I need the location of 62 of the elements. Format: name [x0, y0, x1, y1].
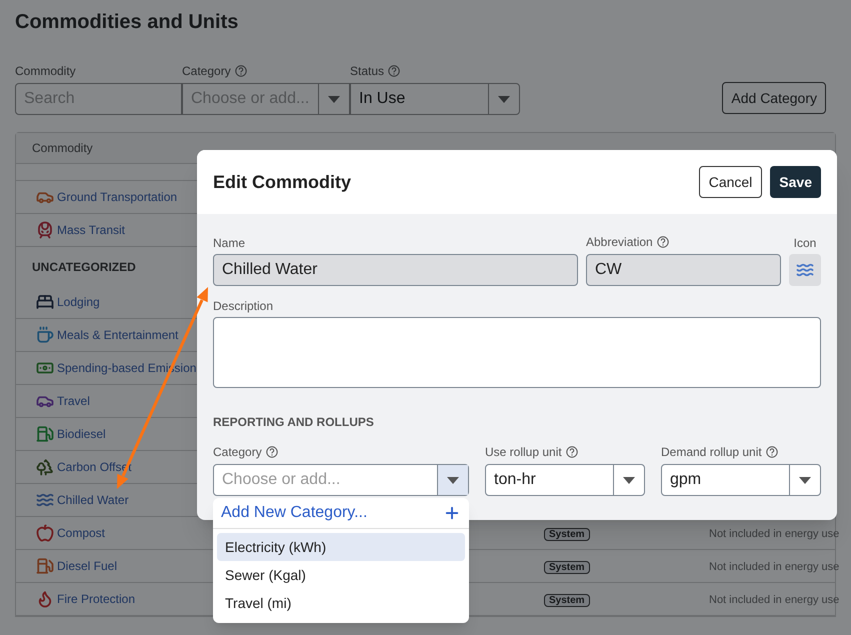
commodity-link[interactable]: Chilled Water	[57, 491, 129, 509]
name-field[interactable]: Chilled Water	[213, 254, 578, 286]
add-category-option[interactable]: Add New Category...	[213, 498, 469, 529]
type-tag: System	[544, 528, 590, 541]
field-label: Abbreviation	[586, 234, 653, 251]
commodity-icon	[36, 458, 54, 476]
plus-icon	[443, 504, 461, 522]
water-icon	[796, 261, 814, 279]
commodity-icon	[36, 491, 54, 509]
commodity-link[interactable]: Compost	[57, 524, 106, 542]
dialog-title: Edit Commodity	[213, 170, 352, 194]
commodity-link[interactable]: Meals & Entertainment	[57, 326, 178, 344]
caret-icon	[447, 476, 459, 484]
field-label: Use rollup unit	[485, 444, 562, 461]
menu-option[interactable]: Electricity (kWh)	[217, 533, 465, 561]
caret-icon	[799, 476, 811, 484]
select-field[interactable]: ton-hr	[485, 464, 645, 496]
conversion-text: Not included in energy use	[709, 594, 840, 606]
description-field[interactable]	[213, 317, 821, 388]
commodity-link[interactable]: Lodging	[57, 293, 100, 311]
abbreviation-field[interactable]: CW	[586, 254, 781, 286]
commodity-icon	[36, 524, 54, 542]
add-category-button[interactable]: Add Category	[722, 82, 826, 114]
field-label: Category	[182, 63, 231, 80]
section-heading: REPORTING AND ROLLUPS	[213, 414, 375, 431]
menu-option[interactable]: Travel (mi)	[217, 589, 465, 617]
commodity-icon	[36, 221, 54, 239]
commodity-link[interactable]: Biodiesel	[57, 425, 106, 443]
field-label: Commodity	[15, 63, 76, 80]
caret-icon	[623, 476, 635, 484]
field-label: Icon	[794, 235, 816, 250]
select-field[interactable]: gpm	[661, 464, 821, 496]
commodity-link[interactable]: Diesel Fuel	[57, 557, 118, 575]
commodity-link[interactable]: Ground Transportation	[57, 188, 178, 206]
field-label: Description	[213, 298, 274, 313]
commodity-link[interactable]: Travel	[57, 392, 90, 410]
page-title: Commodities and Units	[15, 10, 240, 35]
caret-icon	[498, 96, 510, 102]
column-header: Commodity	[32, 140, 93, 157]
commodity-link[interactable]: Mass Transit	[57, 221, 126, 239]
conversion-text: Not included in energy use	[709, 561, 840, 573]
commodity-icon	[36, 326, 54, 344]
commodity-icon	[36, 557, 54, 575]
caret-icon	[328, 96, 340, 102]
type-tag: System	[544, 561, 590, 574]
section-heading: UNCATEGORIZED	[32, 258, 136, 276]
menu-option[interactable]: Sewer (Kgal)	[217, 561, 465, 589]
conversion-text: Not included in energy use	[709, 528, 840, 540]
field-label: Category	[213, 444, 262, 461]
icon-picker[interactable]	[789, 254, 821, 286]
commodity-link[interactable]: Fire Protection	[57, 590, 136, 608]
commodity-icon	[36, 293, 54, 311]
field-label: Status	[350, 63, 384, 80]
select-field[interactable]: In Use	[350, 83, 520, 115]
cancel-button[interactable]: Cancel	[698, 166, 762, 198]
commodity-icon	[36, 590, 54, 608]
field-label: Name	[213, 235, 246, 250]
commodity-icon	[36, 425, 54, 443]
select-field[interactable]: Choose or add...	[213, 464, 469, 496]
save-button[interactable]: Save	[770, 166, 821, 198]
field-label: Demand rollup unit	[661, 444, 762, 461]
type-tag: System	[544, 594, 590, 607]
